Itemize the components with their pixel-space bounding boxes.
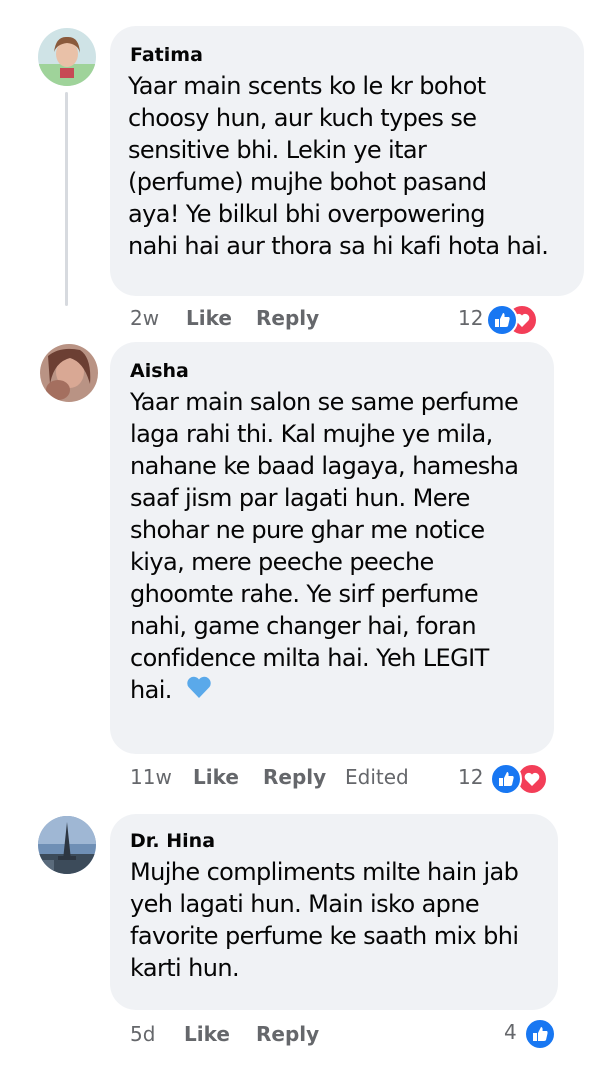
like-button[interactable]: Like [184, 1022, 230, 1046]
reaction-count: 12 [458, 306, 484, 330]
like-reaction-icon [486, 304, 518, 336]
comment-line: karti hun. [130, 954, 240, 982]
comment-line: laga rahi thi. Kal mujhe ye mila, [130, 420, 493, 448]
comment-aisha: Aisha Yaar main salon se same perfume la… [0, 340, 600, 800]
reply-button[interactable]: Reply [256, 306, 319, 330]
avatar[interactable] [40, 344, 98, 402]
comment-line: Mujhe compliments milte hain jab [130, 858, 519, 886]
edited-label: Edited [345, 765, 409, 789]
comment-line: shohar ne pure ghar me notice [130, 516, 485, 544]
comment-line: kiya, mere peeche peeche [130, 548, 434, 576]
comment-text: Mujhe compliments milte hain jab yeh lag… [130, 856, 519, 984]
comment-line: nahi, game changer hai, foran [130, 612, 477, 640]
comment-line: yeh lagati hun. Main isko apne [130, 890, 480, 918]
comment-time[interactable]: 5d [130, 1022, 155, 1046]
reply-button[interactable]: Reply [256, 1022, 319, 1046]
comment-line: Yaar main scents ko le kr bohot [128, 72, 486, 100]
comment-line: nahane ke baad lagaya, hamesha [130, 452, 519, 480]
comment-bubble: Dr. Hina Mujhe compliments milte hain ja… [110, 814, 558, 1010]
thread-line [65, 92, 68, 306]
comment-line: nahi hai aur thora sa hi kafi hota hai. [128, 232, 549, 260]
comment-line: aya! Ye bilkul bhi overpowering [128, 200, 486, 228]
comment-line: saaf jism par lagati hun. Mere [130, 484, 470, 512]
comment-time[interactable]: 2w [130, 306, 159, 330]
reaction-summary[interactable]: 12 [456, 763, 556, 795]
comment-text: Yaar main salon se same perfume laga rah… [130, 386, 519, 708]
reaction-summary[interactable]: 4 [500, 1018, 560, 1050]
blue-heart-icon [185, 674, 213, 708]
comment-text: Yaar main scents ko le kr bohot choosy h… [128, 70, 549, 262]
like-reaction-icon [524, 1018, 556, 1050]
comment-fatima: Fatima Yaar main scents ko le kr bohot c… [0, 0, 600, 340]
reaction-count: 12 [458, 765, 484, 789]
comment-line: ghoomte rahe. Ye sirf perfume [130, 580, 479, 608]
comment-line-last: hai. [130, 674, 518, 708]
comment-author[interactable]: Fatima [130, 44, 203, 66]
comment-author[interactable]: Dr. Hina [130, 830, 215, 852]
comment-bubble: Fatima Yaar main scents ko le kr bohot c… [110, 26, 584, 296]
avatar[interactable] [38, 28, 96, 86]
comment-line: confidence milta hai. Yeh LEGIT [130, 644, 489, 672]
comment-line: hai. [130, 676, 172, 704]
comment-line: favorite perfume ke saath mix bhi [130, 922, 519, 950]
reaction-count: 4 [504, 1020, 517, 1044]
comment-line: Yaar main salon se same perfume [130, 388, 519, 416]
like-button[interactable]: Like [186, 306, 232, 330]
comment-dr-hina: Dr. Hina Mujhe compliments milte hain ja… [0, 800, 600, 1075]
like-reaction-icon [490, 763, 522, 795]
like-button[interactable]: Like [193, 765, 239, 789]
comment-time[interactable]: 11w [130, 765, 172, 789]
reaction-summary[interactable]: 12 [456, 304, 556, 336]
reply-button[interactable]: Reply [263, 765, 326, 789]
comment-line: (perfume) mujhe bohot pasand [128, 168, 487, 196]
avatar[interactable] [38, 816, 96, 874]
comment-line: sensitive bhi. Lekin ye itar [128, 136, 427, 164]
comment-author[interactable]: Aisha [130, 360, 189, 382]
comment-line: choosy hun, aur kuch types se [128, 104, 477, 132]
comment-bubble: Aisha Yaar main salon se same perfume la… [110, 342, 554, 754]
